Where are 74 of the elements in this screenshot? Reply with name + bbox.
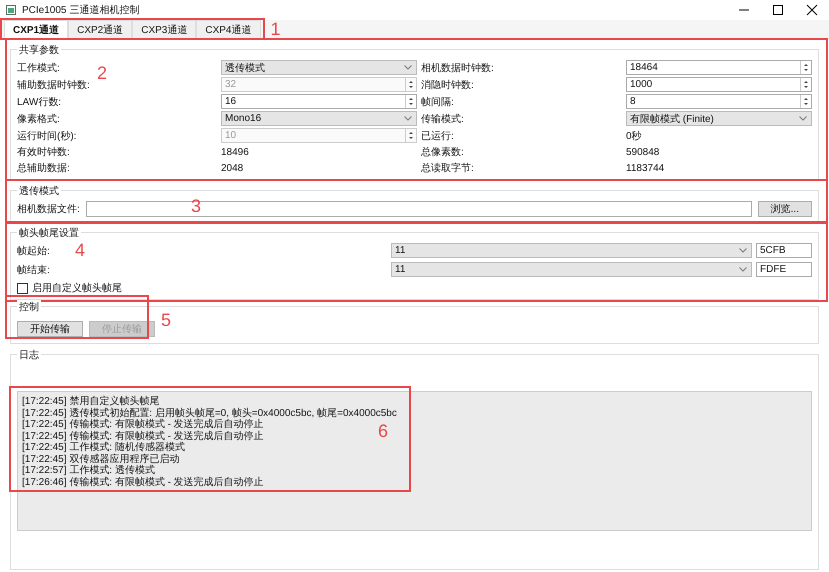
log-line: [17:22:45] 双传感器应用程序已启动 <box>22 454 180 464</box>
field-label: 总辅助数据: <box>17 162 70 175</box>
field-label: 帧起始: <box>17 244 50 258</box>
value-text: 0秒 <box>626 130 643 142</box>
field-label: LAW行数: <box>17 96 62 108</box>
log-line: [17:22:45] 透传模式初始配置: 启用帧头帧尾=0, 帧头=0x4000c5bc, 帧尾=0x4000c5bc <box>22 408 397 418</box>
field-label: 运行时间(秒): <box>17 130 76 142</box>
annotation-number: 4 <box>75 241 86 259</box>
value-text: 18496 <box>221 146 250 158</box>
checkbox[interactable] <box>17 282 28 294</box>
field-label: 已运行: <box>421 130 454 142</box>
field-label: 消隐时钟数: <box>421 78 474 92</box>
chevron-down-icon <box>739 267 747 272</box>
log-line: [17:22:45] 传输模式: 有限帧模式 - 发送完成后自动停止 <box>22 419 264 430</box>
group-title: 帧头帧尾设置 <box>17 226 81 240</box>
dropdown[interactable]: 11 <box>391 262 752 277</box>
field-label: 总读取字节: <box>421 162 474 175</box>
chevron-down-icon <box>404 65 412 70</box>
field-label: 有效时钟数: <box>17 146 70 159</box>
checkbox-label: 启用自定义帧头帧尾 <box>32 282 122 295</box>
field-label: 工作模式: <box>17 62 60 74</box>
spin-box[interactable]: 18464 <box>626 60 812 75</box>
spin-arrows-icon <box>405 129 416 142</box>
field-label: 传输模式: <box>421 112 464 126</box>
dropdown[interactable]: 透传模式 <box>221 60 417 75</box>
value-text: 590848 <box>626 146 660 158</box>
hex-input-field[interactable]: 5CFB <box>756 243 812 258</box>
file-path-field[interactable] <box>86 201 752 217</box>
spin-box[interactable]: 8 <box>626 94 812 109</box>
dropdown[interactable]: Mono16 <box>221 111 417 126</box>
group-title: 透传模式 <box>17 184 61 198</box>
log-line: [17:22:57] 工作模式: 透传模式 <box>22 465 155 476</box>
spin-box[interactable]: 1000 <box>626 77 812 92</box>
annotation-number: 3 <box>191 197 202 215</box>
app-icon <box>6 5 16 15</box>
dropdown[interactable]: 11 <box>391 243 752 258</box>
spin-box[interactable]: 16 <box>221 94 417 109</box>
spin-arrows-icon <box>405 78 416 91</box>
group-title: 共享参数 <box>17 43 61 57</box>
chevron-down-icon <box>799 116 807 121</box>
field-label: 帧间隔: <box>421 96 454 108</box>
field-label: 帧结束: <box>17 264 50 276</box>
log-line: [17:22:45] 工作模式: 随机传感器模式 <box>22 442 185 454</box>
annotation-number: 6 <box>378 422 388 440</box>
spin-arrows-icon <box>800 78 811 91</box>
field-label: 相机数据文件: <box>17 202 80 216</box>
value-text: 2048 <box>221 162 244 174</box>
group-title: 日志 <box>17 348 41 362</box>
channel-tab[interactable]: CXP3通道 <box>132 20 196 38</box>
log-line: [17:26:46] 传输模式: 有限帧模式 - 发送完成后自动停止 <box>22 476 264 488</box>
channel-tab[interactable]: CXP2通道 <box>68 20 132 38</box>
channel-tab[interactable]: CXP1通道 <box>4 20 68 38</box>
window-title: PCIe1005 三通道相机控制 <box>22 4 140 17</box>
field-label: 总像素数: <box>421 146 464 159</box>
log-line: [17:22:45] 传输模式: 有限帧模式 - 发送完成后自动停止 <box>22 430 264 442</box>
chevron-down-icon <box>404 116 412 121</box>
annotation-number: 5 <box>161 311 172 329</box>
annotation-number: 1 <box>270 20 280 38</box>
dropdown[interactable]: 有限帧模式 (Finite) <box>626 111 812 126</box>
spin-arrows-icon <box>800 61 811 74</box>
value-text: 1183744 <box>626 162 666 174</box>
spin-arrows-icon <box>800 95 811 108</box>
group-title: 控制 <box>17 300 41 314</box>
transfer-button[interactable]: 开始传输 <box>17 321 83 337</box>
hex-input-field[interactable]: FDFE <box>756 262 812 277</box>
chevron-down-icon <box>739 248 747 253</box>
log-line: [17:22:45] 禁用自定义帧头帧尾 <box>22 396 160 408</box>
channel-tab[interactable]: CXP4通道 <box>196 20 260 38</box>
browse-button[interactable]: 浏览... <box>758 201 812 217</box>
field-label: 像素格式: <box>17 112 60 126</box>
annotation-number: 2 <box>97 64 108 82</box>
field-label: 相机数据时钟数: <box>421 62 494 74</box>
field-label: 辅助数据时钟数: <box>17 78 90 92</box>
spin-arrows-icon <box>405 95 416 108</box>
